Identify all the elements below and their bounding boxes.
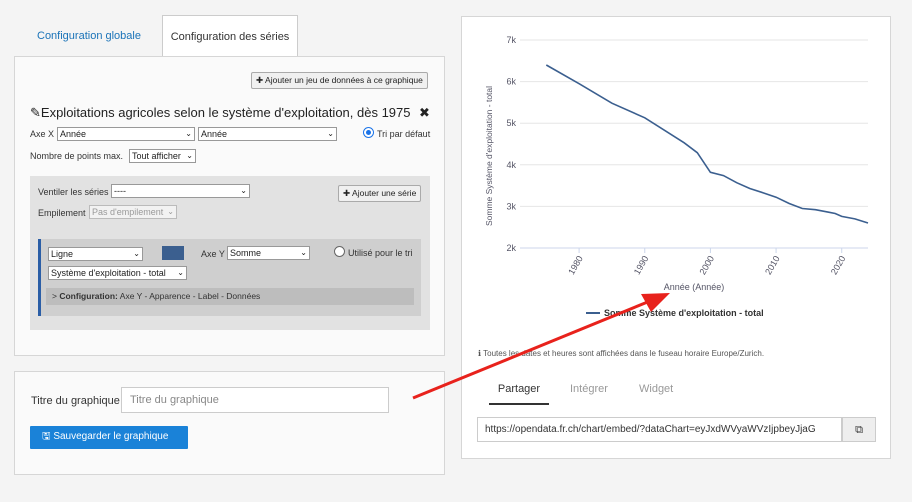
annotation-arrow (412, 293, 670, 400)
annotation-arrow-line (412, 299, 651, 400)
